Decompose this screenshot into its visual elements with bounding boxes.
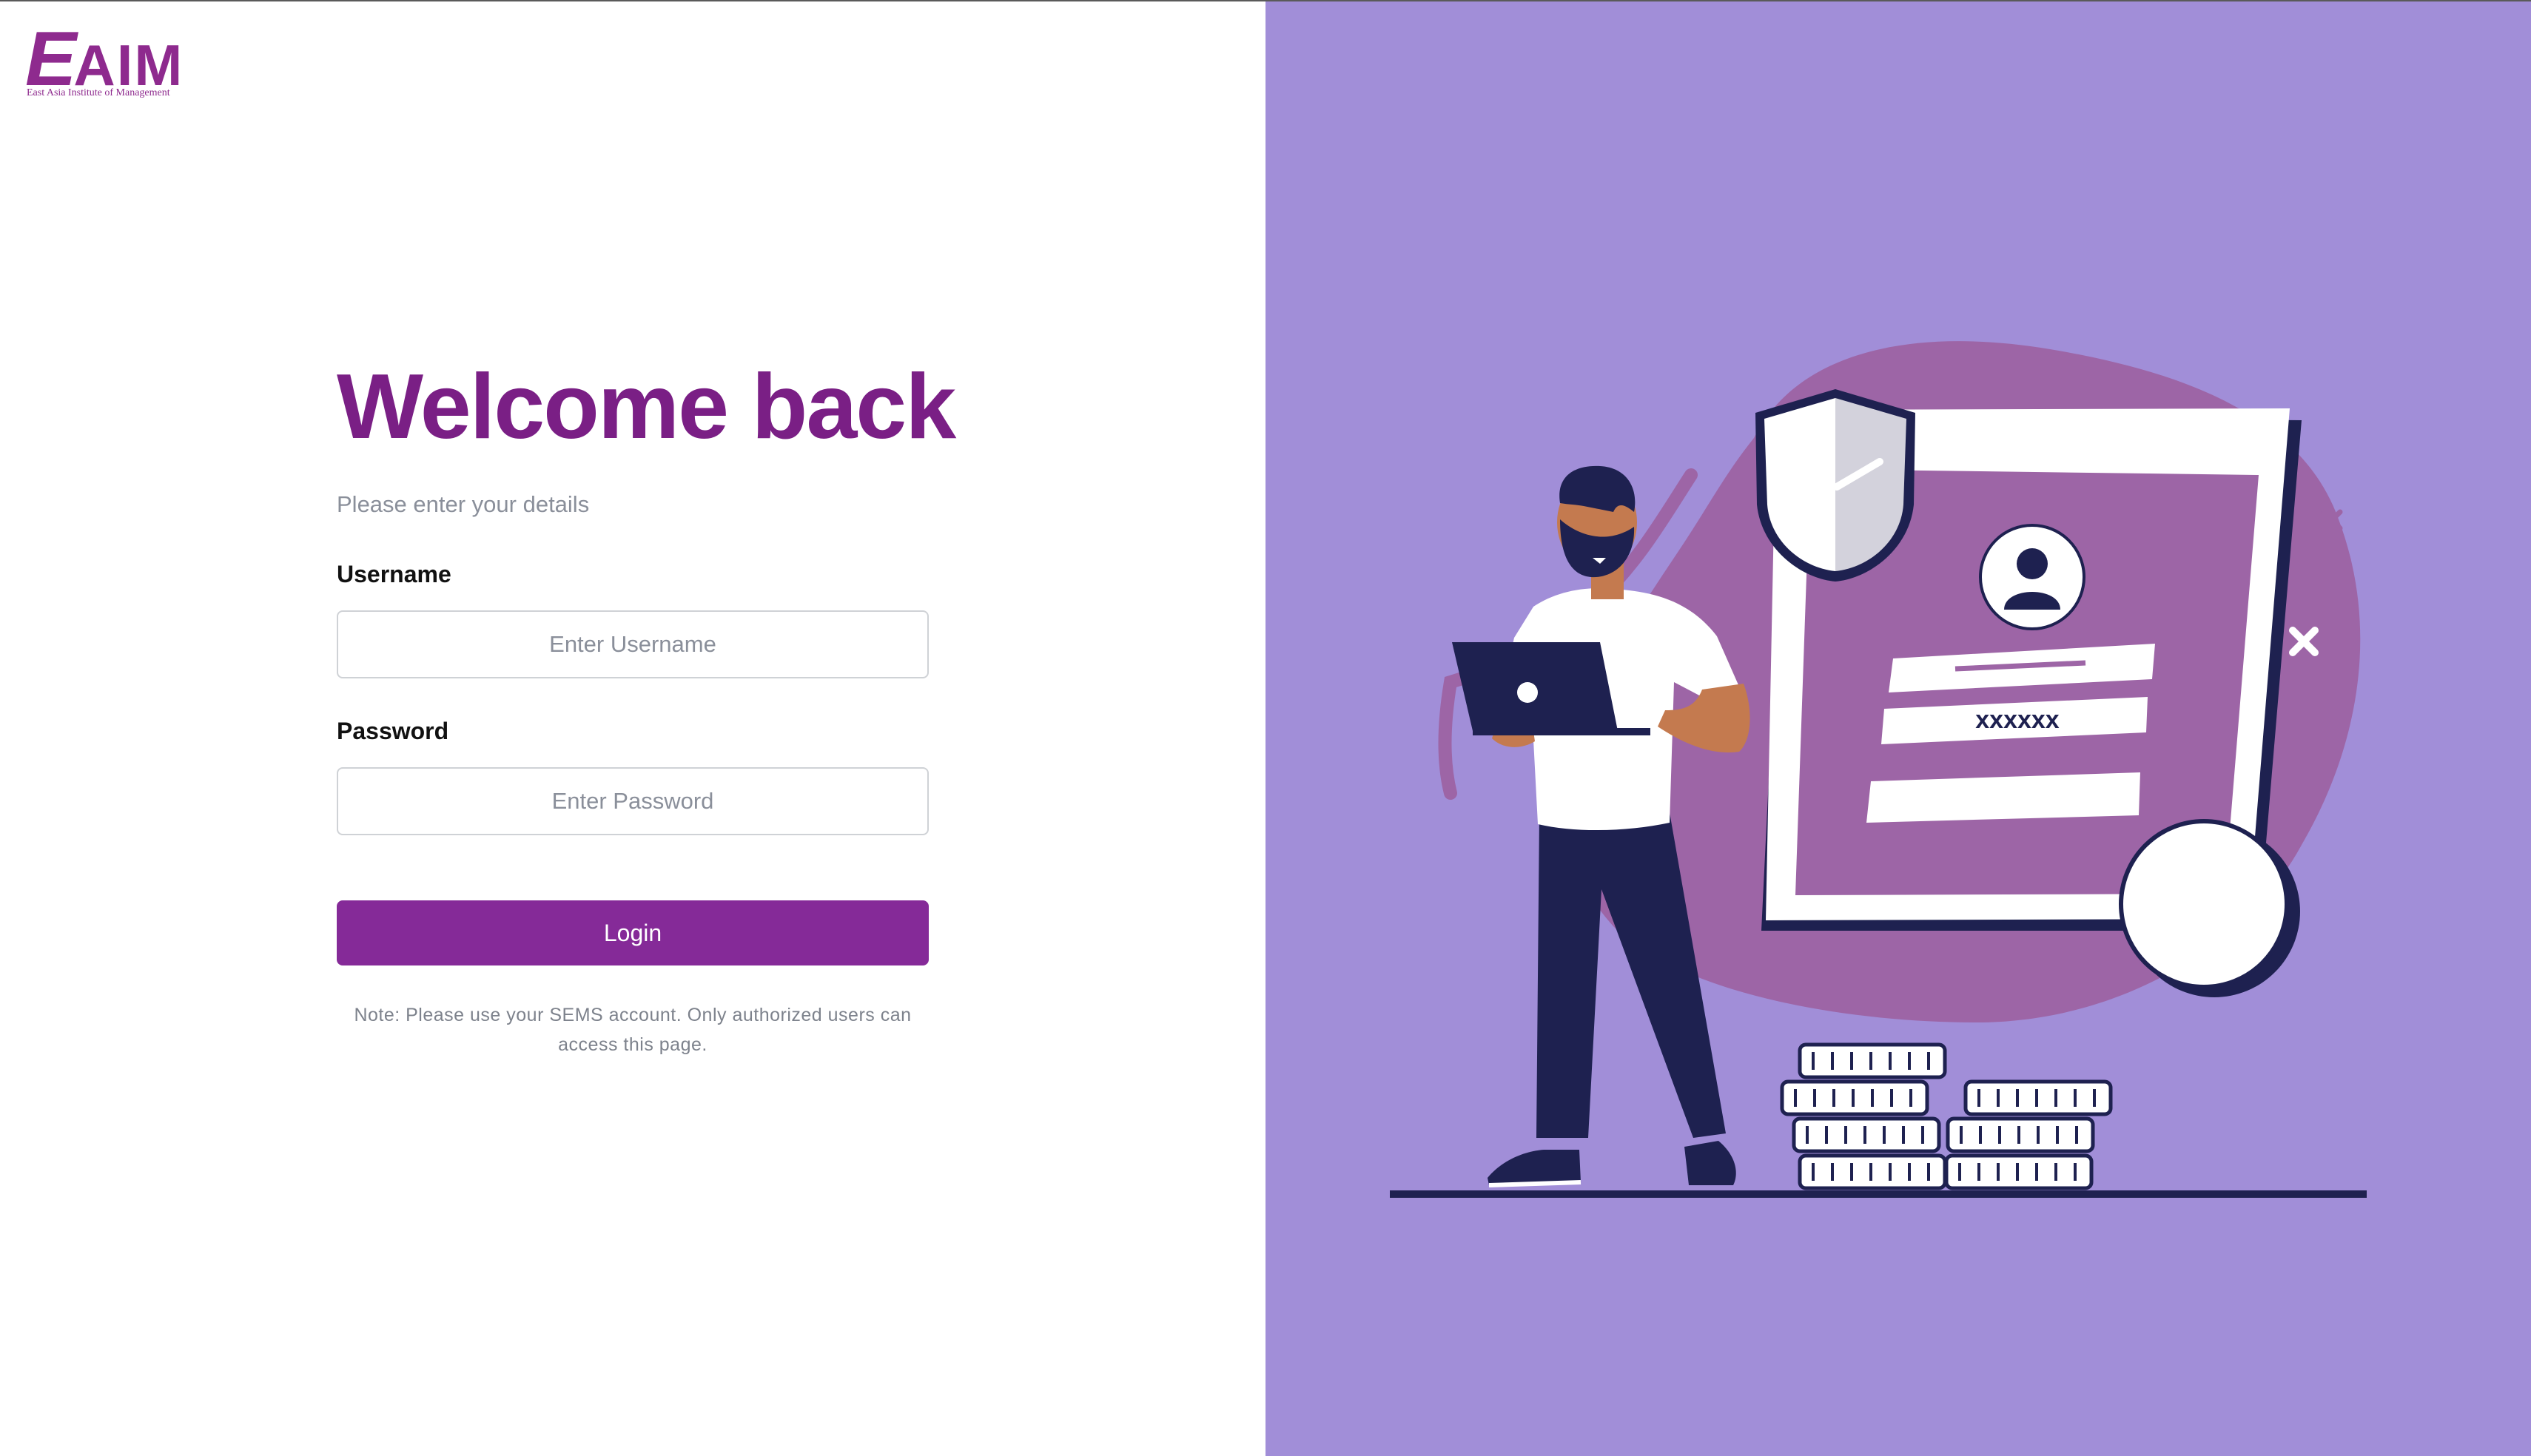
login-pane: EAIM East Asia Institute of Management W… [0, 1, 1266, 1456]
password-input[interactable] [337, 767, 929, 835]
logo-mark: EAIM [25, 21, 184, 98]
secure-login-illustration: xxxxxx [1390, 341, 2367, 1198]
username-input[interactable] [337, 610, 929, 678]
password-label: Password [337, 718, 449, 744]
page-title: Welcome back [337, 356, 956, 458]
username-label: Username [337, 561, 451, 587]
page-subtitle: Please enter your details [337, 491, 590, 517]
shield-icon [1755, 389, 1915, 582]
password-field-text: xxxxxx [1975, 706, 2060, 734]
illustration-panel: xxxxxx [1266, 1, 2531, 1456]
eaim-logo: EAIM East Asia Institute of Management [25, 21, 225, 108]
login-note: Note: Please use your SEMS account. Only… [354, 1005, 912, 1055]
login-button[interactable]: Login [337, 900, 929, 965]
logo-subtitle: East Asia Institute of Management [27, 87, 170, 98]
user-avatar-icon [1979, 524, 2085, 630]
